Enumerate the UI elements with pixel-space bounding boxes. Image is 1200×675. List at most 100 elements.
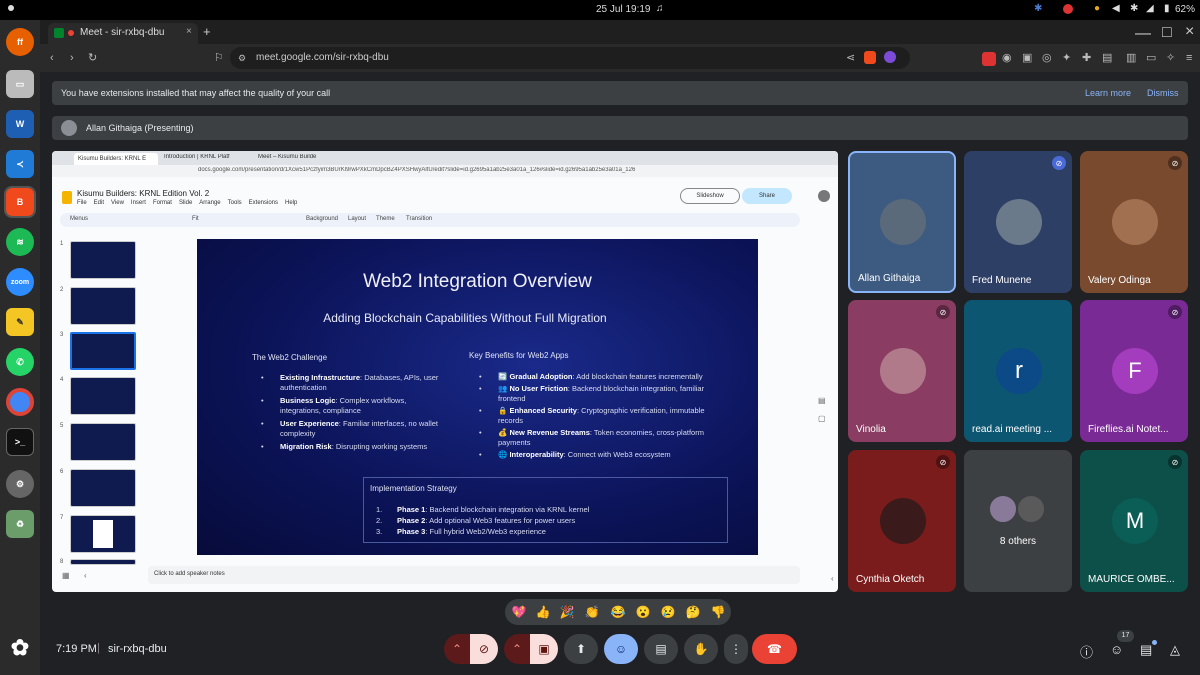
slide-thumbnail[interactable] <box>70 515 136 553</box>
writer-icon[interactable]: W <box>6 110 34 138</box>
inner-tab-slides[interactable]: Kisumu Builders: KRNL E <box>74 153 158 165</box>
brave-shields-icon[interactable] <box>864 51 876 64</box>
slideshow-button[interactable]: Slideshow <box>680 188 740 204</box>
video-options-chevron-icon[interactable]: ⌃ <box>504 634 530 664</box>
reload-icon[interactable]: ↻ <box>88 52 97 64</box>
collapse-filmstrip-icon[interactable]: ‹ <box>84 571 87 580</box>
reaction-party[interactable]: 🎉 <box>557 602 577 622</box>
address-bar[interactable]: ⚙ meet.google.com/sir-rxbq-dbu ⋖ <box>230 47 910 69</box>
participant-tile[interactable]: ⊘ Vinolia <box>848 300 956 442</box>
background-button[interactable]: Background <box>306 216 338 222</box>
participant-tile[interactable]: ⊘ F Fireflies.ai Notet... <box>1080 300 1188 442</box>
theme-button[interactable]: Theme <box>376 216 395 222</box>
activities-icon[interactable]: ◬ <box>1170 642 1180 658</box>
minimize-icon[interactable]: — <box>1135 25 1151 43</box>
chat-icon[interactable]: ▤ <box>1140 642 1152 658</box>
vscode-icon[interactable]: ≺ <box>6 150 34 178</box>
zoom-fit[interactable]: Fit <box>192 216 199 222</box>
extensions-puzzle-icon[interactable]: ✚ <box>1082 52 1091 64</box>
leo-icon[interactable]: ✧ <box>1166 52 1175 64</box>
menu-edit[interactable]: Edit <box>94 200 104 206</box>
side-panel-icon[interactable]: ▤ <box>818 396 826 405</box>
close-tab-icon[interactable]: × <box>186 26 192 37</box>
menu-arrange[interactable]: Arrange <box>199 200 220 206</box>
present-button[interactable]: ⬆ <box>564 634 598 664</box>
slide-thumbnail[interactable] <box>70 559 136 565</box>
clock[interactable]: 25 Jul 19:19 <box>596 4 651 15</box>
close-window-icon[interactable]: × <box>1185 23 1194 41</box>
doc-title[interactable]: Kisumu Builders: KRNL Edition Vol. 2 <box>77 189 209 198</box>
slide-thumbnail[interactable] <box>70 423 136 461</box>
others-tile[interactable]: 8 others <box>964 450 1072 592</box>
inner-tab-meet[interactable]: Meet – Kisumu Builde <box>258 154 344 160</box>
audio-options-chevron-icon[interactable]: ⌃ <box>444 634 470 664</box>
settings-icon[interactable]: ⚙ <box>6 470 34 498</box>
browser-tab-meet[interactable]: Meet - sir-rxbq-dbu × <box>48 23 198 44</box>
inner-url[interactable]: docs.google.com/presentation/d/1Xcw51Pcz… <box>198 167 758 173</box>
extension-icon-2[interactable]: ▣ <box>1022 52 1032 64</box>
show-apps-icon[interactable]: ✿ <box>6 634 34 662</box>
menu-tools[interactable]: Tools <box>228 200 242 206</box>
zoom-icon[interactable]: zoom <box>6 268 34 296</box>
menu-format[interactable]: Format <box>153 200 172 206</box>
extension-badge-icon[interactable] <box>982 52 996 66</box>
whatsapp-icon[interactable]: ✆ <box>6 348 34 376</box>
slide-thumbnail[interactable] <box>70 377 136 415</box>
captions-button[interactable]: ▤ <box>644 634 678 664</box>
reactions-button[interactable]: ☺ <box>604 634 638 664</box>
share-icon[interactable]: ⋖ <box>846 52 855 64</box>
menu-extensions[interactable]: Extensions <box>249 200 278 206</box>
slide-thumbnail[interactable] <box>70 241 136 279</box>
menu-view[interactable]: View <box>111 200 124 206</box>
menu-help[interactable]: Help <box>285 200 297 206</box>
participant-tile[interactable]: ⊘ Cynthia Oketch <box>848 450 956 592</box>
trash-icon[interactable]: ♻ <box>6 510 34 538</box>
reaction-thinking[interactable]: 🤔 <box>683 602 703 622</box>
reaction-sad[interactable]: 😢 <box>658 602 678 622</box>
menus-search[interactable]: Menus <box>70 216 88 222</box>
learn-more-link[interactable]: Learn more <box>1085 88 1131 98</box>
spotify-icon[interactable]: ≋ <box>6 228 34 256</box>
participant-tile[interactable]: Allan Githaiga <box>848 151 956 293</box>
side-panel-icon-2[interactable]: ▢ <box>818 414 826 423</box>
extension-icon-4[interactable]: ✦ <box>1062 52 1071 64</box>
files-icon[interactable]: ▭ <box>6 70 34 98</box>
grid-view-icon[interactable]: ▦ <box>62 571 70 580</box>
layout-button[interactable]: Layout <box>348 216 366 222</box>
site-info-icon[interactable]: ⚙ <box>238 52 246 64</box>
more-options-button[interactable]: ⋮ <box>724 634 748 664</box>
info-icon[interactable]: ⓘ <box>1080 642 1093 661</box>
menu-insert[interactable]: Insert <box>131 200 146 206</box>
menu-slide[interactable]: Slide <box>179 200 192 206</box>
participant-tile[interactable]: ⊘ Valery Odinga <box>1080 151 1188 293</box>
participant-tile[interactable]: ⊘ M MAURICE OMBE... <box>1080 450 1188 592</box>
slide-thumbnail[interactable] <box>70 469 136 507</box>
slide-thumbnail[interactable] <box>70 287 136 325</box>
share-button[interactable]: Share <box>742 188 792 204</box>
slide-thumbnail-selected[interactable] <box>70 332 136 370</box>
notes-icon[interactable]: ✎ <box>6 308 34 336</box>
firefox-icon[interactable]: ff <box>6 28 34 56</box>
reaction-heart[interactable]: 💖 <box>509 602 529 622</box>
raise-hand-button[interactable]: ✋ <box>684 634 718 664</box>
slide-canvas[interactable]: Web2 Integration Overview Adding Blockch… <box>197 239 758 555</box>
brave-rewards-icon[interactable] <box>884 51 896 63</box>
leave-call-button[interactable]: ☎ <box>752 634 797 664</box>
extension-icon-5[interactable]: ▤ <box>1102 52 1112 64</box>
brave-icon[interactable]: B <box>4 186 36 218</box>
people-icon[interactable]: ☺ <box>1110 642 1123 657</box>
meeting-code[interactable]: sir-rxbq-dbu <box>108 643 167 655</box>
back-icon[interactable]: ‹ <box>50 52 54 64</box>
mic-toggle-button[interactable]: ⊘ <box>470 634 498 664</box>
menu-file[interactable]: File <box>77 200 87 206</box>
terminal-icon[interactable]: >_ <box>6 428 34 456</box>
reaction-surprised[interactable]: 😮 <box>633 602 653 622</box>
reaction-thumbs-up[interactable]: 👍 <box>533 602 553 622</box>
menu-icon[interactable]: ≡ <box>1186 52 1192 64</box>
bookmark-icon[interactable]: ⚐ <box>214 52 224 64</box>
activities-dot[interactable] <box>8 5 14 11</box>
forward-icon[interactable]: › <box>70 52 74 64</box>
extension-icon-3[interactable]: ◎ <box>1042 52 1052 64</box>
inner-tab-krnl[interactable]: Introduction | KRNL Platf <box>164 154 250 160</box>
reaction-clap[interactable]: 👏 <box>582 602 602 622</box>
